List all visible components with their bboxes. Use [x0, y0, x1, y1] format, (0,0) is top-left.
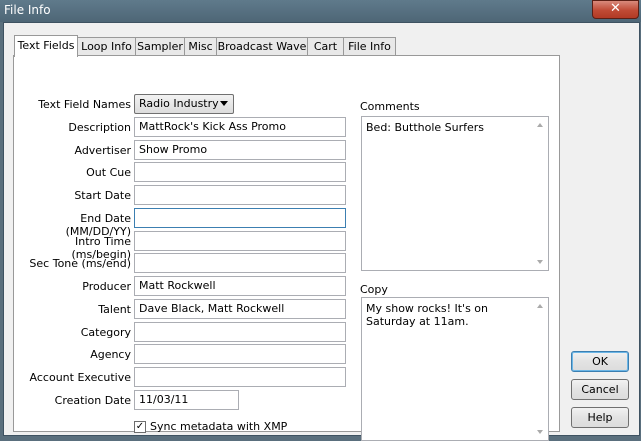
copy-text: My show rocks! It's on Saturday at 11am. [366, 302, 488, 328]
advertiser-field[interactable]: Show Promo [134, 140, 346, 160]
dialog-body: Text Fields Loop Info Sampler Misc Broad… [3, 22, 640, 441]
tab-sampler[interactable]: Sampler [135, 37, 185, 56]
text-field-names-select[interactable]: Radio Industry [134, 94, 234, 114]
ok-button[interactable]: OK [571, 351, 629, 372]
producer-label: Producer [82, 280, 131, 293]
intro-time-field[interactable] [134, 231, 346, 251]
tab-label: Broadcast Wave [217, 40, 307, 53]
comments-label: Comments [360, 100, 420, 113]
scroll-down-icon[interactable] [537, 430, 543, 434]
cancel-button[interactable]: Cancel [571, 379, 629, 400]
category-field[interactable] [134, 322, 346, 342]
talent-field[interactable]: Dave Black, Matt Rockwell [134, 299, 346, 319]
sync-xmp-checkbox[interactable]: ✓ [134, 421, 146, 433]
tab-file-info[interactable]: File Info [343, 37, 396, 56]
sec-tone-label: Sec Tone (ms/end) [29, 257, 131, 270]
agency-label: Agency [90, 348, 131, 361]
start-date-field[interactable] [134, 185, 346, 205]
copy-label: Copy [360, 283, 388, 296]
title-bar: File Info ✕ [0, 0, 641, 22]
category-label: Category [80, 326, 131, 339]
description-field[interactable]: MattRock's Kick Ass Promo [134, 117, 346, 137]
window-title: File Info [4, 3, 51, 17]
agency-field[interactable] [134, 344, 346, 364]
tab-label: Text Fields [17, 39, 75, 52]
comments-text: Bed: Butthole Surfers [366, 121, 485, 134]
start-date-label: Start Date [74, 189, 131, 202]
sec-tone-field[interactable] [134, 253, 346, 273]
end-date-field[interactable] [134, 208, 346, 228]
account-executive-label: Account Executive [29, 371, 131, 384]
creation-date-field[interactable]: 11/03/11 [134, 390, 239, 410]
talent-label: Talent [98, 303, 131, 316]
scroll-down-icon[interactable] [537, 260, 543, 264]
tab-text-fields[interactable]: Text Fields [14, 35, 78, 57]
account-executive-field[interactable] [134, 367, 346, 387]
tab-cart[interactable]: Cart [307, 37, 344, 56]
tab-loop-info[interactable]: Loop Info [77, 37, 136, 56]
creation-date-label: Creation Date [54, 394, 131, 407]
tab-misc[interactable]: Misc [184, 37, 217, 56]
help-button[interactable]: Help [571, 407, 629, 428]
description-label: Description [68, 121, 131, 134]
advertiser-label: Advertiser [74, 144, 131, 157]
chevron-down-icon [220, 101, 228, 106]
producer-field[interactable]: Matt Rockwell [134, 276, 346, 296]
tab-label: Misc [188, 40, 213, 53]
scroll-up-icon[interactable] [537, 123, 543, 127]
scroll-up-icon[interactable] [537, 304, 543, 308]
out-cue-label: Out Cue [86, 166, 131, 179]
text-field-names-label: Text Field Names [38, 98, 131, 111]
copy-textarea[interactable]: My show rocks! It's on Saturday at 11am. [361, 297, 549, 441]
tab-broadcast-wave[interactable]: Broadcast Wave [216, 37, 308, 56]
tab-label: Cart [313, 40, 338, 53]
copy-scrollbar[interactable] [532, 298, 548, 440]
close-icon: ✕ [610, 1, 621, 16]
text-fields-panel: Text Field Names Radio Industry Descript… [13, 55, 560, 441]
comments-scrollbar[interactable] [532, 117, 548, 270]
tab-label: File Info [348, 40, 391, 53]
select-value: Radio Industry [139, 97, 219, 110]
tab-label: Sampler [137, 40, 183, 53]
sync-xmp-label: Sync metadata with XMP [150, 420, 288, 433]
close-button[interactable]: ✕ [592, 0, 639, 19]
out-cue-field[interactable] [134, 162, 346, 182]
comments-textarea[interactable]: Bed: Butthole Surfers [361, 116, 549, 271]
tab-label: Loop Info [81, 40, 132, 53]
